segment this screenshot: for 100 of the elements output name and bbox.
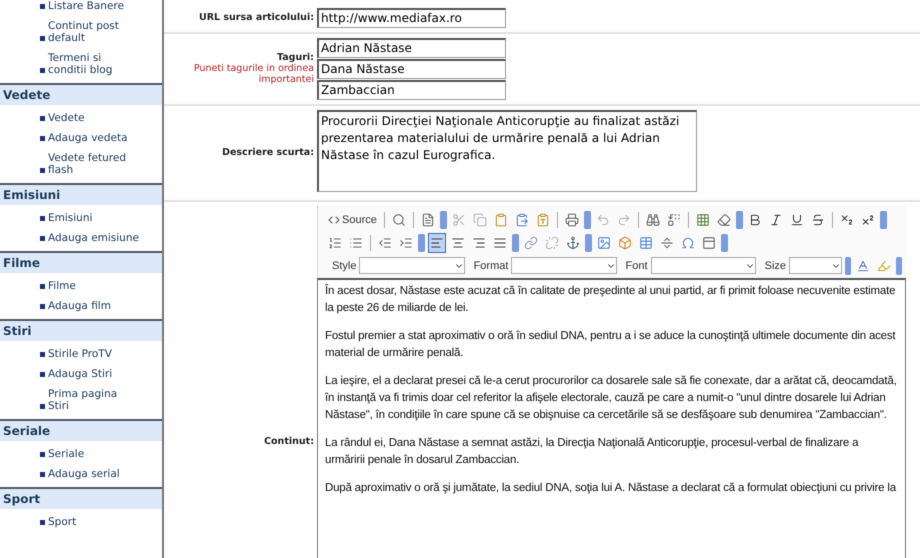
toolbar-grip[interactable] xyxy=(721,234,728,252)
background-color-icon xyxy=(876,258,891,272)
bullet-icon xyxy=(40,352,45,357)
remove-format-icon xyxy=(716,212,731,226)
underline-icon xyxy=(790,212,804,226)
bullet-icon xyxy=(40,68,45,73)
tag-field[interactable]: Zambaccian xyxy=(317,80,506,100)
toolbar-grip[interactable] xyxy=(844,256,851,274)
bullet-icon xyxy=(40,304,45,309)
paragraph: După aproximativ o oră şi jumătate, la sediul DNA, soţia lui A. Năstase a declarat că a formulat obiecţiuni cu privire la xyxy=(325,480,898,496)
replace-icon xyxy=(666,212,681,226)
align-icon xyxy=(472,236,486,250)
combo-label: Font xyxy=(626,260,648,272)
bullet-icon xyxy=(40,284,45,289)
bullet-icon xyxy=(40,116,45,121)
toolbar-grip[interactable] xyxy=(736,210,743,228)
dropdown[interactable] xyxy=(650,257,756,274)
superscript-icon xyxy=(860,212,875,226)
sidebar-link[interactable]: Adauga serial xyxy=(40,464,140,484)
field-label: Descriere scurta: xyxy=(222,147,314,158)
field-label: Continut: xyxy=(264,436,314,446)
outdent-icon xyxy=(378,236,392,250)
find-icon xyxy=(646,212,660,226)
sidebar-link[interactable]: Vedete xyxy=(40,108,140,128)
bullet-icon xyxy=(40,136,45,141)
paragraph: În acest dosar, Năstase este acuzat că în calitate de preşedinte al unui partid, ar fi primit foloase necuvenite estimate la peste 26 de miliarde de lei. xyxy=(325,283,896,316)
sidebar-section-header: Sport xyxy=(0,487,162,509)
sidebar-link[interactable]: Prima pagina Stiri xyxy=(40,384,140,416)
paragraph: Fostul premier a stat aproximativ o oră în sediul DNA, pentru a i se aduce la cunoştinţă ultimele documente din acest material de urmărire penală. xyxy=(325,328,896,360)
sidebar-section-header: Filme xyxy=(0,251,162,273)
numbered-list-icon xyxy=(328,236,342,250)
paste-icon xyxy=(494,212,508,226)
paste-text-icon xyxy=(514,212,529,226)
image-icon xyxy=(597,236,611,250)
sidebar-link[interactable]: Sport xyxy=(40,512,140,532)
sidebar-link[interactable]: Adauga emisiune xyxy=(40,228,140,248)
sidebar-link[interactable]: Adauga film xyxy=(40,296,140,316)
sidebar-link[interactable]: Vedete fetured flash xyxy=(40,148,140,180)
align-icon xyxy=(451,236,465,250)
undo-icon xyxy=(596,212,610,226)
sidebar-link[interactable]: Adauga Stiri xyxy=(40,364,140,384)
sidebar-link[interactable]: Listare Banere xyxy=(40,0,140,16)
preview-icon xyxy=(392,212,406,226)
sidebar-link[interactable]: Continut post default xyxy=(40,16,140,48)
field-label: URL sursa articolului: xyxy=(198,12,314,23)
sidebar-link[interactable]: Emisiuni xyxy=(40,208,140,228)
text-color-icon xyxy=(856,258,870,272)
strike-icon xyxy=(810,212,825,226)
description-field[interactable]: Procurorii Direcţiei Naţionale Anticorupţie au finalizat astăzi prezentarea materialului de urmărire penală a lui Adrian Năstase în cazul Eurografica. xyxy=(317,110,697,192)
table-icon xyxy=(639,236,653,250)
bullet-icon xyxy=(40,472,45,477)
align-icon xyxy=(493,236,507,250)
paragraph: La rândul ei, Dana Năstase a semnat astăzi, la Direcţia Naţională Anticorupţie, procesul-verbal de finalizare a urmăririi penale în dosarul Zambaccian. xyxy=(325,436,860,468)
toolbar-grip[interactable] xyxy=(418,234,425,252)
editor-content[interactable] xyxy=(317,278,906,558)
source-icon xyxy=(328,214,340,226)
redo-icon xyxy=(616,212,631,226)
tag-field[interactable]: Adrian Năstase xyxy=(317,38,506,58)
sidebar-section-header: Emisiuni xyxy=(0,183,162,205)
toolbar-grip[interactable] xyxy=(440,210,447,228)
source-button[interactable]: Source xyxy=(326,210,379,230)
link-icon xyxy=(524,236,538,250)
dropdown[interactable] xyxy=(511,257,617,274)
toolbar-grip[interactable] xyxy=(585,234,592,252)
subscript-icon xyxy=(840,212,854,226)
anchor-icon xyxy=(566,236,580,250)
horizontal-rule-icon xyxy=(660,236,674,250)
toolbar-grip[interactable] xyxy=(584,210,591,228)
sidebar-section-header: Vedete xyxy=(0,83,162,105)
toolbar-grip[interactable] xyxy=(896,256,902,274)
combo-label: Size xyxy=(764,260,786,272)
sidebar-section-header: Stiri xyxy=(0,319,162,341)
tag-field[interactable]: Dana Năstase xyxy=(317,58,506,78)
sidebar-link[interactable]: Termeni si conditii blog xyxy=(40,48,140,80)
sidebar-section-header: Seriale xyxy=(0,419,162,441)
dropdown[interactable] xyxy=(789,257,842,274)
dropdown[interactable] xyxy=(359,257,465,274)
combo-label: Style xyxy=(332,260,356,272)
align-button[interactable] xyxy=(428,232,446,252)
sidebar-link[interactable]: Seriale xyxy=(40,444,140,464)
field-label: Taguri: xyxy=(277,52,314,63)
toolbar-grip[interactable] xyxy=(512,234,519,252)
cut-icon xyxy=(452,212,466,226)
bullet-icon xyxy=(40,404,45,409)
align-icon xyxy=(430,236,444,250)
url-field[interactable]: http://www.mediafax.ro xyxy=(317,8,506,28)
omega-icon xyxy=(681,236,695,250)
hint-text: Puneti tagurile in ordinea importantei xyxy=(192,63,314,85)
sidebar-link[interactable]: Stirile ProTV xyxy=(40,344,140,364)
bullet-icon xyxy=(40,36,45,41)
paragraph: La ieşire, el a declarat presei că le-a cerut procurorilor ca dosarele sale să fie conexate, dar a arătat că, deocamdată, în instanţă va fi trimis doar cel referitor la afişele electorale, cauză pe care a numit-o "unul dintre dosarele lui Adrian Năstase", în condiţiile în care spune că se obişnuise ca cercetările să se desfăşoare sub denumirea "Zambaccian". xyxy=(325,374,898,422)
toolbar-grip[interactable] xyxy=(880,210,887,228)
print-icon xyxy=(564,212,579,226)
sidebar-link[interactable]: Adauga vedeta xyxy=(40,128,140,148)
indent-icon xyxy=(399,236,413,250)
bullet-icon xyxy=(40,216,45,221)
bullet-icon xyxy=(40,4,45,9)
bullet-icon xyxy=(40,168,45,173)
bullet-icon xyxy=(40,236,45,241)
sidebar-link[interactable]: Filme xyxy=(40,276,140,296)
